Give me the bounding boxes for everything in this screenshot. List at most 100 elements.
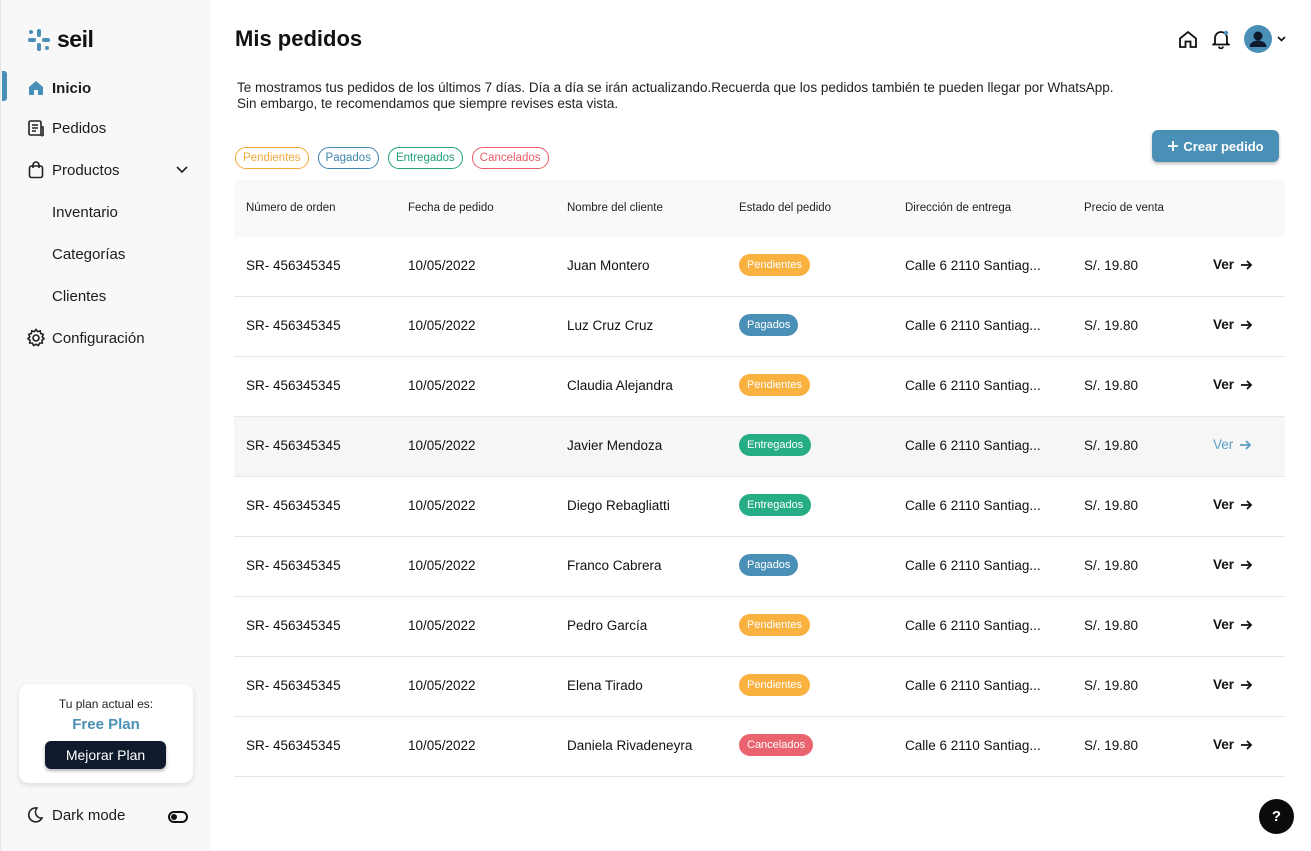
filter-pagados[interactable]: Pagados	[317, 147, 379, 169]
view-order-link[interactable]: Ver	[1213, 317, 1253, 332]
order-date: 10/05/2022	[408, 318, 476, 333]
status-badge: Entregados	[739, 494, 812, 516]
sidebar-item-pedidos[interactable]: Pedidos	[1, 112, 211, 144]
home-icon[interactable]	[1178, 30, 1198, 49]
client-name: Javier Mendoza	[567, 438, 663, 453]
bell-icon[interactable]	[1212, 29, 1230, 49]
sidebar-item-clientes[interactable]: Clientes	[1, 280, 211, 312]
filter-cancelados[interactable]: Cancelados	[471, 147, 549, 169]
arrow-right-icon	[1241, 619, 1253, 630]
status-badge: Pendientes	[739, 614, 811, 636]
sidebar-item-label: Productos	[52, 161, 120, 179]
view-order-link[interactable]: Ver	[1213, 437, 1252, 452]
arrow-right-icon	[1240, 439, 1252, 450]
sale-price: S/. 19.80	[1084, 738, 1139, 753]
view-order-label: Ver	[1213, 557, 1235, 572]
client-name: Elena Tirado	[567, 678, 643, 693]
logo[interactable]: seil	[27, 26, 94, 53]
col-order-date: Fecha de pedido	[408, 202, 494, 214]
order-date: 10/05/2022	[408, 378, 476, 393]
order-number: SR- 456345345	[246, 558, 341, 573]
intro-line-1: Te mostramos tus pedidos de los últimos …	[237, 80, 1114, 95]
sidebar-item-inicio[interactable]: Inicio	[1, 72, 211, 104]
order-number: SR- 456345345	[246, 498, 341, 513]
view-order-link[interactable]: Ver	[1213, 497, 1253, 512]
toggle-knob	[171, 814, 177, 820]
filter-entregados[interactable]: Entregados	[387, 147, 463, 169]
moon-icon	[27, 807, 44, 823]
create-order-button[interactable]: Crear pedido	[1152, 130, 1279, 162]
arrow-right-icon	[1241, 679, 1253, 690]
table-row[interactable]: SR- 456345345 10/05/2022 Pedro García Pendi…	[234, 597, 1285, 657]
delivery-address: Calle 6 2110 Santiag...	[905, 678, 1041, 693]
status-badge: Cancelados	[739, 734, 814, 756]
delivery-address: Calle 6 2110 Santiag...	[905, 558, 1041, 573]
table-row[interactable]: SR- 456345345 10/05/2022 Diego Rebagliatti…	[234, 477, 1285, 537]
view-order-label: Ver	[1213, 677, 1235, 692]
create-order-label: Crear pedido	[1183, 138, 1264, 154]
order-date: 10/05/2022	[408, 498, 476, 513]
view-order-label: Ver	[1213, 617, 1235, 632]
col-client-name: Nombre del cliente	[567, 202, 663, 214]
sidebar-item-productos[interactable]: Productos	[1, 154, 211, 186]
home-icon	[26, 78, 46, 98]
client-name: Luz Cruz Cruz	[567, 318, 654, 333]
client-name: Claudia Alejandra	[567, 378, 673, 393]
table-row[interactable]: SR- 456345345 10/05/2022 Javier Mendoza Ent…	[234, 417, 1285, 477]
col-order-number: Número de orden	[246, 202, 336, 214]
table-row[interactable]: SR- 456345345 10/05/2022 Franco Cabrera Pag…	[234, 537, 1285, 597]
order-number: SR- 456345345	[246, 738, 341, 753]
plan-caption: Tu plan actual es:	[58, 697, 154, 711]
gear-icon	[26, 328, 46, 348]
dark-mode-label: Dark mode	[52, 806, 126, 824]
view-order-link[interactable]: Ver	[1213, 257, 1253, 272]
view-order-link[interactable]: Ver	[1213, 557, 1253, 572]
col-order-status: Estado del pedido	[739, 202, 832, 214]
view-order-link[interactable]: Ver	[1213, 677, 1253, 692]
view-order-link[interactable]: Ver	[1213, 377, 1253, 392]
col-delivery-address: Dirección de entrega	[905, 202, 1012, 214]
order-date: 10/05/2022	[408, 258, 476, 273]
sidebar-item-label: Inicio	[52, 79, 92, 97]
client-name: Diego Rebagliatti	[567, 498, 670, 513]
sidebar-item-configuracion[interactable]: Configuración	[1, 322, 211, 354]
client-name: Pedro García	[567, 618, 648, 633]
shopping-bag-icon	[26, 160, 46, 180]
order-date: 10/05/2022	[408, 678, 476, 693]
arrow-right-icon	[1241, 379, 1253, 390]
client-name: Juan Montero	[567, 258, 650, 273]
status-badge: Pendientes	[739, 674, 811, 696]
dark-mode-toggle[interactable]	[168, 811, 188, 823]
view-order-label: Ver	[1213, 437, 1234, 452]
help-button[interactable]: ?	[1259, 799, 1294, 834]
view-order-link[interactable]: Ver	[1213, 737, 1253, 752]
chevron-down-icon[interactable]	[176, 166, 188, 174]
logo-icon	[28, 28, 50, 51]
avatar[interactable]	[1244, 25, 1272, 53]
table-row[interactable]: SR- 456345345 10/05/2022 Juan Montero Pendi…	[234, 237, 1285, 297]
filter-pendientes[interactable]: Pendientes	[235, 147, 309, 169]
delivery-address: Calle 6 2110 Santiag...	[905, 378, 1041, 393]
order-number: SR- 456345345	[246, 678, 341, 693]
table-row[interactable]: SR- 456345345 10/05/2022 Daniela Rivadeney…	[234, 717, 1285, 777]
table-row[interactable]: SR- 456345345 10/05/2022 Elena Tirado Pendi…	[234, 657, 1285, 717]
status-filters: Pendientes Pagados Entregados Cancelados	[235, 147, 549, 169]
order-date: 10/05/2022	[408, 438, 476, 453]
view-order-label: Ver	[1213, 497, 1235, 512]
status-badge: Pagados	[739, 314, 799, 336]
view-order-label: Ver	[1213, 257, 1235, 272]
intro-text: Te mostramos tus pedidos de los últimos …	[237, 80, 1197, 112]
view-order-link[interactable]: Ver	[1213, 617, 1253, 632]
chevron-down-icon[interactable]	[1277, 36, 1286, 42]
sidebar-item-label: Configuración	[52, 329, 145, 347]
sale-price: S/. 19.80	[1084, 558, 1139, 573]
table-header: Número de orden Fecha de pedido Nombre d…	[234, 180, 1285, 237]
sidebar-item-categorias[interactable]: Categorías	[1, 238, 211, 270]
sidebar-item-inventario[interactable]: Inventario	[1, 196, 211, 228]
table-row[interactable]: SR- 456345345 10/05/2022 Claudia Alejandra…	[234, 357, 1285, 417]
view-order-label: Ver	[1213, 317, 1235, 332]
status-badge: Pendientes	[739, 254, 811, 276]
brand-name: seil	[57, 26, 94, 52]
upgrade-plan-button[interactable]: Mejorar Plan	[45, 741, 166, 769]
table-row[interactable]: SR- 456345345 10/05/2022 Luz Cruz Cruz Paga…	[234, 297, 1285, 357]
